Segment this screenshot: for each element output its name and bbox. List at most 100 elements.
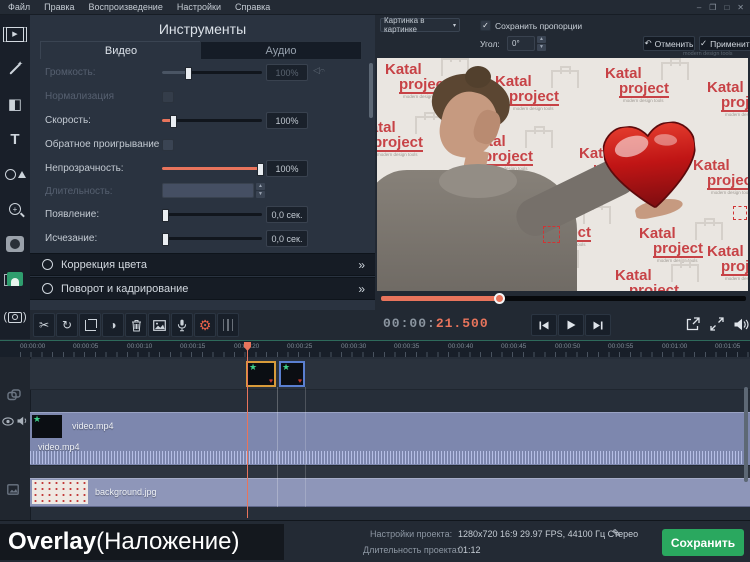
menu-playback[interactable]: Воспроизведение — [89, 2, 163, 12]
tools-scrollbar[interactable] — [369, 63, 373, 118]
fadeout-slider[interactable] — [162, 237, 262, 240]
save-label: Сохранить — [671, 536, 735, 550]
ruler-tick-label: 00:00:05 — [73, 343, 98, 350]
cut-scissors-icon[interactable]: ✂ — [33, 313, 55, 337]
keep-proportions-checkbox[interactable]: ✓ — [480, 20, 491, 31]
overlay-clip[interactable]: ★♥ — [279, 361, 305, 387]
next-frame-button[interactable] — [585, 314, 611, 336]
video-preview-frame[interactable]: Katalprojectmodern design tools Katalpro… — [377, 58, 748, 291]
track-visibility-eye-icon[interactable] — [2, 417, 14, 426]
overlay-mode-value: Картинка в картинке — [384, 16, 453, 34]
overlay-clip-selected[interactable]: ★♥ — [246, 361, 276, 387]
prev-frame-button[interactable] — [531, 314, 557, 336]
heart-thumb-icon: ♥ — [298, 378, 302, 385]
section-rotate-crop[interactable]: Поворот и кадрирование » — [30, 277, 375, 300]
window-close-icon[interactable]: ✕ — [737, 3, 744, 12]
speed-slider[interactable] — [162, 119, 262, 122]
share-export-icon[interactable] — [681, 314, 705, 334]
logo-pattern-tile: Katalprojectmodern design tools — [693, 158, 748, 196]
chevron-down-icon: ▾ — [453, 22, 456, 29]
clip-properties-gear-icon[interactable]: ⚙ — [194, 313, 216, 337]
duration-spinbox[interactable] — [162, 183, 254, 198]
overlay-track[interactable] — [30, 359, 750, 390]
menu-settings[interactable]: Настройки — [177, 2, 221, 12]
fadein-slider[interactable] — [162, 213, 262, 216]
window-minimize-icon[interactable]: – — [697, 3, 701, 12]
section-color-correction[interactable]: Коррекция цвета » — [30, 253, 375, 276]
logo-pattern-tile: Katalprojectmodern design tools — [707, 244, 748, 282]
save-button[interactable]: Сохранить — [662, 529, 744, 556]
color-adjust-icon[interactable]: ◑ — [102, 313, 124, 337]
playhead-line[interactable] — [247, 349, 248, 518]
angle-spin-buttons[interactable]: ▲▼ — [537, 36, 546, 51]
track-mute-speaker-icon[interactable] — [17, 416, 28, 426]
ruler-tick-label: 00:00:40 — [448, 343, 473, 350]
transitions-icon[interactable]: ◧ — [0, 89, 30, 119]
app-window: Файл Правка Воспроизведение Настройки Сп… — [0, 0, 750, 562]
ruler-tick-label: 00:00:10 — [127, 343, 152, 350]
window-maximize-icon[interactable]: □ — [724, 3, 729, 12]
audio-levels-icon[interactable] — [217, 313, 239, 337]
logo-pattern-tile: Katalprojectmodern design tools — [707, 80, 748, 118]
background-track-icon[interactable] — [7, 484, 19, 495]
zoom-pan-icon[interactable]: + — [0, 194, 30, 224]
stickers-icon[interactable] — [0, 159, 30, 189]
video-track-clip[interactable]: ★ video.mp4 — [30, 412, 750, 441]
apply-label: Применить — [710, 39, 750, 49]
selection-marker[interactable] — [543, 226, 560, 243]
selection-marker[interactable] — [733, 206, 747, 220]
preview-seekbar[interactable] — [381, 296, 746, 301]
audio-track-clip[interactable]: video.mp4 — [30, 439, 750, 465]
edit-pencil-icon[interactable]: ✎ — [612, 527, 621, 540]
speaker-mute-icon[interactable]: ◁𝄐 — [313, 65, 325, 76]
cowl-collar — [439, 164, 517, 198]
rotate-icon[interactable]: ↻ — [56, 313, 78, 337]
vignette-icon[interactable] — [0, 229, 30, 259]
normalize-checkbox[interactable] — [162, 91, 174, 103]
tab-video[interactable]: Видео — [40, 41, 202, 59]
overlay-track-icon[interactable] — [7, 389, 21, 401]
menu-help[interactable]: Справка — [235, 2, 270, 12]
titles-icon[interactable]: T — [0, 124, 30, 154]
heart-graphic — [601, 119, 701, 212]
crop-icon[interactable] — [79, 313, 101, 337]
angle-spinbox[interactable]: 0° — [507, 36, 535, 51]
timecode-static: 00:00: — [383, 316, 436, 331]
filters-wand-icon[interactable]: ✦ — [0, 54, 30, 84]
opacity-label: Непрозрачность: — [45, 163, 124, 174]
project-settings-label: Настройки проекта: — [370, 529, 452, 539]
fullscreen-icon[interactable] — [705, 314, 729, 334]
image-frame-icon[interactable] — [148, 313, 170, 337]
snapshot-camera-icon[interactable]: () — [0, 302, 30, 332]
reverse-checkbox[interactable] — [162, 139, 174, 151]
background-clip-label: background.jpg — [95, 487, 157, 497]
video-clip-label: video.mp4 — [72, 421, 114, 431]
apply-button[interactable]: ✓Применить — [699, 36, 750, 51]
ruler-tick-label: 00:00:45 — [501, 343, 526, 350]
cancel-button[interactable]: ↶Отменить — [643, 36, 695, 51]
menu-file[interactable]: Файл — [8, 2, 30, 12]
overlay-mode-dropdown[interactable]: Картинка в картинке ▾ — [380, 18, 460, 32]
background-track-clip[interactable]: background.jpg — [30, 478, 750, 507]
duration-spin-buttons[interactable]: ▲▼ — [256, 183, 265, 198]
timecode: 00:00:21.500 — [383, 316, 489, 331]
volume-speaker-icon[interactable] — [729, 314, 750, 334]
seek-knob[interactable] — [494, 293, 505, 304]
timeline-scrollbar[interactable] — [744, 387, 748, 482]
microphone-icon[interactable] — [171, 313, 193, 337]
tab-audio[interactable]: Аудио — [200, 41, 362, 60]
opacity-slider[interactable] — [162, 167, 262, 170]
play-button[interactable] — [558, 314, 584, 336]
delete-trash-icon[interactable] — [125, 313, 147, 337]
timeline-tracks: ★♥ ★♥ ★ video.mp4 video.mp4 background.j… — [0, 357, 750, 520]
speed-label: Скорость: — [45, 115, 91, 126]
window-restore-icon[interactable]: ❐ — [709, 3, 716, 12]
media-icon[interactable]: ▶ — [0, 19, 30, 49]
timeline-ruler[interactable]: 00:00:00 00:00:05 00:00:10 00:00:15 00:0… — [0, 340, 750, 357]
volume-slider[interactable] — [162, 71, 262, 74]
menu-edit[interactable]: Правка — [44, 2, 74, 12]
fadeout-value: 0,0 сек. — [266, 230, 308, 247]
clip-guide-line — [305, 387, 306, 507]
ruler-tick-label: 00:00:55 — [608, 343, 633, 350]
chroma-key-icon[interactable] — [0, 264, 30, 294]
